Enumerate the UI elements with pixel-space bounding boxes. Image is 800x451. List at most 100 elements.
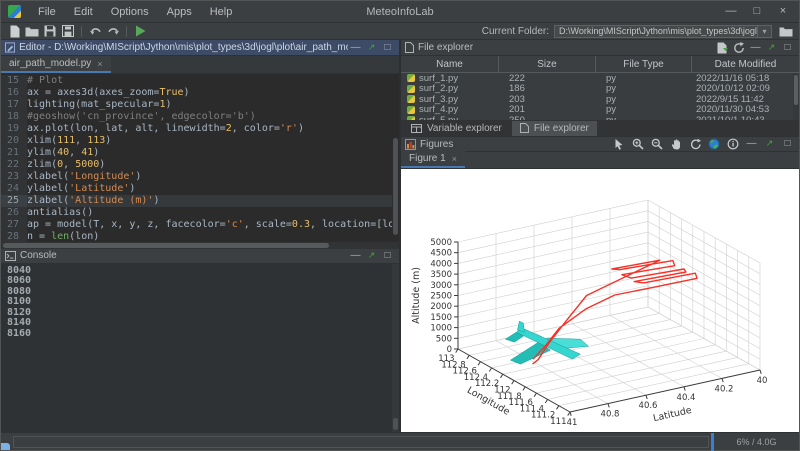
table-cell: surf_1.py xyxy=(401,73,499,84)
code-editor[interactable]: 15# Plot16ax = axes3d(axes_zoom=True)17l… xyxy=(1,74,399,242)
identify-tool-button[interactable] xyxy=(725,137,741,151)
tab-file-explorer[interactable]: File explorer xyxy=(512,121,597,136)
save-button[interactable] xyxy=(41,24,59,39)
file-explorer-maximize-button[interactable]: □ xyxy=(780,41,795,55)
browse-folder-button[interactable] xyxy=(777,24,795,39)
console-float-button[interactable]: ↗ xyxy=(364,249,379,263)
code-line[interactable]: 18#geoshow('cn_province', edgecolor='b') xyxy=(1,111,399,123)
code-line[interactable]: 25zlabel('Altitude (m)') xyxy=(1,195,399,207)
pan-tool-button[interactable] xyxy=(668,137,684,151)
globe-tool-button[interactable] xyxy=(706,137,722,151)
menu-edit[interactable]: Edit xyxy=(65,6,102,18)
code-line[interactable]: 22zlim(0, 5000) xyxy=(1,159,399,171)
scrollbar-thumb[interactable] xyxy=(393,138,398,235)
run-script-button[interactable] xyxy=(131,24,149,39)
file-name: surf_3.py xyxy=(419,94,458,105)
current-folder-combobox[interactable]: D:\Working\MIScript\Jython\mis\plot_type… xyxy=(554,25,772,38)
tab-air-path-model[interactable]: air_path_model.py × xyxy=(1,56,111,73)
editor-panel-header[interactable]: Editor - D:\Working\MIScript\Jython\mis\… xyxy=(1,40,399,56)
figures-minimize-button[interactable]: — xyxy=(744,137,759,151)
save-as-button[interactable] xyxy=(59,24,77,39)
code-line[interactable]: 21ylim(40, 41) xyxy=(1,147,399,159)
figures-float-button[interactable]: ↗ xyxy=(762,137,777,151)
file-explorer-minimize-button[interactable]: — xyxy=(748,41,763,55)
refresh-button[interactable] xyxy=(731,41,747,55)
console-output[interactable]: 8040806080808100812081408160 xyxy=(1,264,399,433)
rotate-tool-button[interactable] xyxy=(687,137,703,151)
import-file-button[interactable] xyxy=(714,41,730,55)
meteoinfolab-window: File Edit Options Apps Help MeteoInfoLab… xyxy=(0,0,800,451)
table-row[interactable]: surf_1.py222py2022/11/16 05:18 xyxy=(401,73,799,84)
file-table-scrollbar[interactable] xyxy=(793,73,799,120)
console-minimize-button[interactable]: — xyxy=(348,249,363,263)
svg-text:40.8: 40.8 xyxy=(601,410,620,420)
code-line[interactable]: 28n = len(lon) xyxy=(1,231,399,242)
editor-maximize-button[interactable]: □ xyxy=(380,41,395,55)
figures-maximize-button[interactable]: □ xyxy=(780,137,795,151)
table-cell: 186 xyxy=(499,83,596,94)
code-line[interactable]: 15# Plot xyxy=(1,75,399,87)
console-panel-header[interactable]: Console — ↗ □ xyxy=(1,249,399,264)
tab-variable-explorer[interactable]: Variable explorer xyxy=(403,121,510,136)
window-maximize-button[interactable]: □ xyxy=(745,3,769,21)
editor-vertical-scrollbar[interactable] xyxy=(392,74,399,242)
code-line[interactable]: 27ap = model(T, x, y, z, facecolor='c', … xyxy=(1,219,399,231)
undo-button[interactable] xyxy=(86,24,104,39)
file-name: surf_5.py xyxy=(419,115,458,120)
line-number: 27 xyxy=(1,219,27,231)
file-explorer-panel-header[interactable]: File explorer — ↗ □ xyxy=(401,40,799,56)
editor-minimize-button[interactable]: — xyxy=(348,41,363,55)
table-cell: 2020/11/30 04:53 xyxy=(692,104,799,115)
line-number: 22 xyxy=(1,159,27,171)
zoom-in-tool-button[interactable] xyxy=(630,137,646,151)
code-line[interactable]: 24ylabel('Latitude') xyxy=(1,183,399,195)
figure-canvas[interactable]: 0500100015002000250030003500400045005000… xyxy=(401,169,799,432)
column-header-size[interactable]: Size xyxy=(499,56,596,72)
table-cell: 201 xyxy=(499,104,596,115)
column-header-name[interactable]: Name xyxy=(401,56,499,72)
scrollbar-thumb[interactable] xyxy=(393,418,398,430)
select-tool-button[interactable] xyxy=(611,137,627,151)
window-minimize-button[interactable]: — xyxy=(719,3,743,21)
tab-close-icon[interactable]: × xyxy=(97,59,102,69)
redo-button[interactable] xyxy=(104,24,122,39)
zoom-out-tool-button[interactable] xyxy=(649,137,665,151)
table-row[interactable]: surf_4.py201py2020/11/30 04:53 xyxy=(401,105,799,116)
editor-horizontal-scrollbar[interactable] xyxy=(1,242,399,249)
svg-text:4500: 4500 xyxy=(430,249,452,259)
menu-apps[interactable]: Apps xyxy=(158,6,201,18)
table-row[interactable]: surf_5.py250py2021/10/1 10:43 xyxy=(401,115,799,120)
code-line[interactable]: 19ax.plot(lon, lat, alt, linewidth=2, co… xyxy=(1,123,399,135)
table-row[interactable]: surf_2.py186py2020/10/12 02:09 xyxy=(401,84,799,95)
code-line[interactable]: 20xlim(111, 113) xyxy=(1,135,399,147)
menu-file[interactable]: File xyxy=(29,6,65,18)
code-line[interactable]: 23xlabel('Longitude') xyxy=(1,171,399,183)
scrollbar-thumb[interactable] xyxy=(3,243,329,248)
menu-help[interactable]: Help xyxy=(201,6,242,18)
open-folder-button[interactable] xyxy=(23,24,41,39)
editor-float-button[interactable]: ↗ xyxy=(364,41,379,55)
code-line[interactable]: 16ax = axes3d(axes_zoom=True) xyxy=(1,87,399,99)
console-maximize-button[interactable]: □ xyxy=(380,249,395,263)
code-line[interactable]: 17lighting(mat_specular=1) xyxy=(1,99,399,111)
scrollbar-thumb[interactable] xyxy=(794,75,798,105)
column-header-date-modified[interactable]: Date Modified xyxy=(692,56,799,72)
column-header-file-type[interactable]: File Type xyxy=(596,56,692,72)
chevron-down-icon[interactable]: ▾ xyxy=(757,26,771,37)
new-file-button[interactable] xyxy=(5,24,23,39)
console-vertical-scrollbar[interactable] xyxy=(392,264,399,433)
figures-panel-header[interactable]: Figures — xyxy=(401,137,799,152)
svg-text:Altitude (m): Altitude (m) xyxy=(411,267,422,324)
code-text: ylim(40, 41) xyxy=(27,147,99,159)
run-icon xyxy=(135,25,146,37)
table-row[interactable]: surf_3.py203py2022/9/15 11:42 xyxy=(401,94,799,105)
window-close-button[interactable]: × xyxy=(771,3,795,21)
file-table[interactable]: surf_1.py222py2022/11/16 05:18surf_2.py1… xyxy=(401,73,799,120)
tab-label: Variable explorer xyxy=(427,123,502,134)
editor-tab-label: air_path_model.py xyxy=(9,58,91,69)
file-explorer-float-button[interactable]: ↗ xyxy=(764,41,779,55)
menu-options[interactable]: Options xyxy=(102,6,158,18)
tab-figure-1[interactable]: Figure 1 × xyxy=(401,151,465,168)
tab-close-icon[interactable]: × xyxy=(452,154,457,164)
code-line[interactable]: 26antialias() xyxy=(1,207,399,219)
